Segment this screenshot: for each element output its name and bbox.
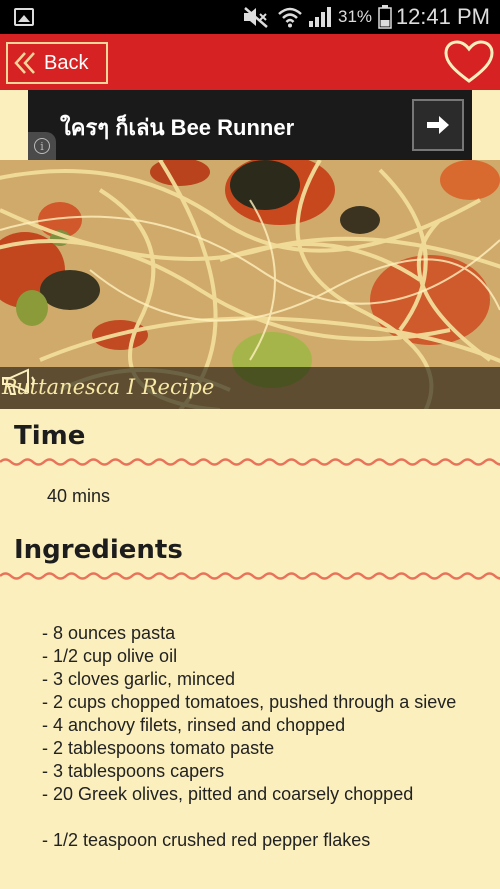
arrow-right-icon — [427, 116, 449, 134]
ingredient-item: - 1/2 teaspoon crushed red pepper flakes — [42, 830, 371, 850]
ingredient-item: - 3 tablespoons capers — [42, 761, 225, 781]
ingredient-item: - 4 anchovy filets, rinsed and chopped — [42, 715, 346, 735]
battery-icon — [378, 5, 392, 29]
favorite-heart-icon[interactable] — [444, 40, 494, 84]
gallery-notification-icon — [14, 8, 34, 26]
ingredient-item: - 2 cups chopped tomatoes, pushed throug… — [42, 692, 457, 712]
ingredient-item: - 8 ounces pasta — [42, 623, 176, 643]
recipe-hero-image: Puttanesca I Recipe — [0, 160, 500, 409]
signal-icon — [309, 7, 331, 27]
ad-arrow-button[interactable] — [412, 99, 464, 151]
status-bar: 31% 12:41 PM — [0, 0, 500, 34]
clock: 12:41 PM — [395, 4, 490, 29]
megaphone-icon[interactable] — [0, 367, 38, 397]
ingredient-item: - 2 tablespoons tomato paste — [42, 738, 275, 758]
double-chevron-left-icon — [14, 52, 35, 74]
hero-caption-bar: Puttanesca I Recipe — [0, 367, 500, 409]
time-heading: Time — [14, 421, 86, 451]
ingredient-item: - 1/2 cup olive oil — [42, 646, 178, 666]
back-label: Back — [44, 51, 89, 74]
battery-percent: 31% — [338, 7, 373, 26]
wave-divider — [0, 572, 500, 580]
time-value: 40 mins — [47, 486, 111, 506]
ad-info-icon[interactable]: i — [28, 132, 56, 160]
ingredients-list: - 8 ounces pasta - 1/2 cup olive oil - 3… — [42, 622, 472, 852]
wifi-icon — [278, 7, 302, 28]
status-icons: 31% — [242, 5, 392, 29]
ingredients-heading: Ingredients — [14, 535, 183, 565]
app-bar: Back — [0, 34, 500, 90]
wave-divider — [0, 458, 500, 466]
ad-text: ใครๆ ก็เล่น Bee Runner — [60, 115, 295, 140]
mute-icon — [244, 7, 268, 28]
ingredient-item: - 20 Greek olives, pitted and coarsely c… — [42, 784, 414, 804]
ad-banner[interactable]: ใครๆ ก็เล่น Bee Runner i — [28, 90, 472, 160]
ingredient-item: - 3 cloves garlic, minced — [42, 669, 236, 689]
back-button[interactable]: Back — [6, 42, 108, 84]
